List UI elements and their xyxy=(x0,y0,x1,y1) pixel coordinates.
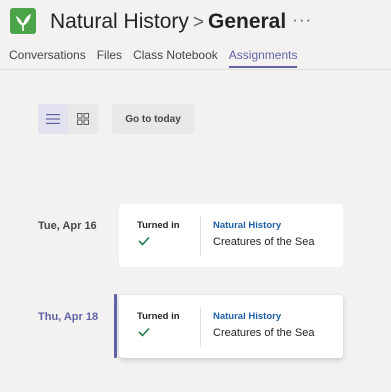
today-indicator xyxy=(114,294,117,358)
channel-header: Natural History > General ··· Conversations… xyxy=(0,0,391,72)
more-options-icon[interactable]: ··· xyxy=(292,10,312,29)
header-divider xyxy=(0,69,391,70)
list-view-button[interactable] xyxy=(38,104,68,134)
breadcrumb-separator: > xyxy=(192,12,204,33)
class-name-link[interactable]: Natural History xyxy=(213,220,281,231)
assignment-card[interactable]: Turned in Natural History Creatures of t… xyxy=(119,295,343,358)
tab-conversations[interactable]: Conversations xyxy=(9,48,86,68)
assignment-card[interactable]: Turned in Natural History Creatures of t… xyxy=(119,204,343,267)
channel-title: Natural History > General ··· xyxy=(50,6,312,37)
card-divider xyxy=(200,216,201,256)
go-to-today-button[interactable]: Go to today xyxy=(112,104,194,134)
tab-class-notebook[interactable]: Class Notebook xyxy=(133,48,218,68)
status-label: Turned in xyxy=(137,311,180,322)
tab-assignments[interactable]: Assignments xyxy=(228,48,298,68)
channel-tabs: Conversations Files Class Notebook Assig… xyxy=(9,48,308,68)
day-label: Tue, Apr 16 xyxy=(38,220,97,232)
list-view-icon xyxy=(46,114,60,124)
day-label-today: Thu, Apr 18 xyxy=(38,311,99,323)
tab-files[interactable]: Files xyxy=(97,48,122,68)
assignment-title: Creatures of the Sea xyxy=(213,327,315,339)
class-name-link[interactable]: Natural History xyxy=(213,311,281,322)
checkmark-icon xyxy=(138,327,150,337)
checkmark-icon xyxy=(138,236,150,246)
grid-view-button[interactable] xyxy=(68,104,98,134)
team-logo-icon[interactable] xyxy=(10,8,36,34)
view-toggle xyxy=(38,104,98,134)
channel-name: General xyxy=(207,10,287,33)
status-label: Turned in xyxy=(137,220,180,231)
card-divider xyxy=(200,307,201,347)
team-name[interactable]: Natural History xyxy=(50,10,189,33)
grid-view-icon xyxy=(77,113,89,125)
assignment-title: Creatures of the Sea xyxy=(213,236,315,248)
